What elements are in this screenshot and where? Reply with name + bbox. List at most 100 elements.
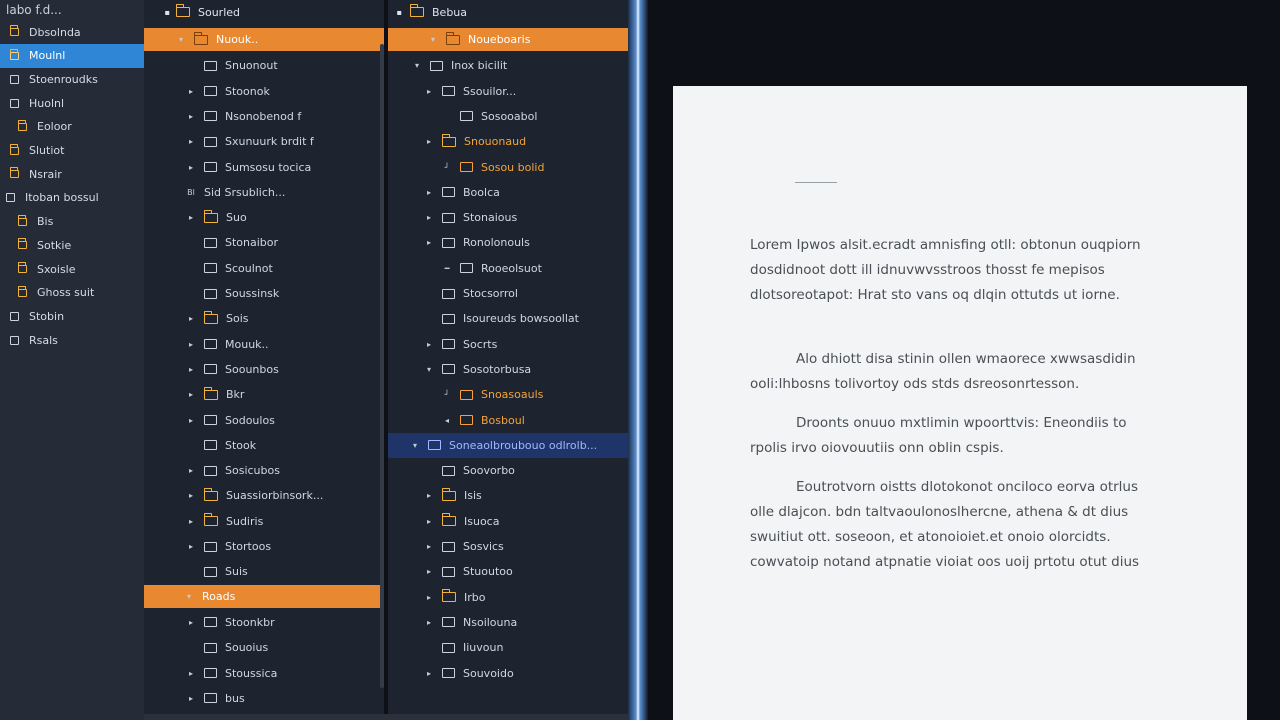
tree-row-nsonobenod-f[interactable]: ▸ Nsonobenod f [144, 104, 384, 129]
tree-row-sosvics[interactable]: ▸ Sosvics [388, 534, 628, 559]
sidebar-item-eoloor[interactable]: Eoloor [0, 115, 144, 139]
expand-arrow-icon[interactable]: ▸ [424, 340, 434, 349]
expand-arrow-icon[interactable]: ▸ [186, 466, 196, 475]
tree-row-snouonaud[interactable]: ▸ Snouonaud [388, 129, 628, 154]
tree-row-roads[interactable]: ▾ Roads [144, 584, 384, 608]
tree-row-irbo[interactable]: ▸ Irbo [388, 585, 628, 610]
expand-arrow-icon[interactable]: ▸ [186, 213, 196, 222]
sidebar-item-itoban-bossul[interactable]: Itoban bossul [0, 186, 144, 210]
sidebar-item-bis[interactable]: Bis [0, 210, 144, 234]
sidebar-item-sotkie[interactable]: Sotkie [0, 233, 144, 257]
tree-row-sumsosu-tocica[interactable]: ▸ Sumsosu tocica [144, 155, 384, 180]
expand-arrow-icon[interactable]: ▸ [186, 416, 196, 425]
expand-arrow-icon[interactable]: ▸ [186, 112, 196, 121]
tree-row-bkr[interactable]: ▸ Bkr [144, 382, 384, 407]
sidebar-item-slutiot[interactable]: Slutiot [0, 139, 144, 163]
tree-row-ronolonouls[interactable]: ▸ Ronolonouls [388, 230, 628, 255]
expand-arrow-icon[interactable]: ▸ [186, 314, 196, 323]
panel-header-left[interactable]: ▪ Sourled [144, 0, 384, 24]
tree-row-snuonout[interactable]: Snuonout [144, 53, 384, 78]
expand-arrow-icon[interactable]: ▸ [186, 87, 196, 96]
expand-arrow-icon[interactable]: ▸ [424, 542, 434, 551]
tree-row-soneaolbroubouo-odlrolb[interactable]: ▾ Soneaolbroubouo odlrolb... [388, 432, 628, 458]
expand-arrow-icon[interactable]: ◂ [442, 416, 452, 425]
tree-row-stonaibor[interactable]: Stonaibor [144, 230, 384, 255]
tree-row-sosou-bolid[interactable]: ┘ Sosou bolid [388, 155, 628, 180]
tree-row-sudiris[interactable]: ▸ Sudiris [144, 509, 384, 534]
tree-row-suassiorbinsork[interactable]: ▸ Suassiorbinsork... [144, 483, 384, 508]
expand-arrow-icon[interactable]: ▸ [424, 213, 434, 222]
tree-row-sxunuurk-brdit-f[interactable]: ▸ Sxunuurk brdit f [144, 129, 384, 154]
expand-arrow-icon[interactable]: ▸ [186, 390, 196, 399]
tree-row-sid-srsublich[interactable]: Bl Sid Srsublich... [144, 180, 384, 205]
expand-arrow-icon[interactable]: ▸ [424, 517, 434, 526]
tree-row-iiuvoun[interactable]: Iiuvoun [388, 635, 628, 660]
tree-row-nuouk[interactable]: ▾ Nuouk.. [144, 28, 384, 51]
tree-row-stocsorrol[interactable]: Stocsorrol [388, 281, 628, 306]
expand-arrow-icon[interactable]: ▸ [424, 618, 434, 627]
tree-row-socrts[interactable]: ▸ Socrts [388, 332, 628, 357]
tree-row-suis[interactable]: Suis [144, 559, 384, 584]
expand-arrow-icon[interactable]: ▸ [424, 188, 434, 197]
expand-arrow-icon[interactable]: ▸ [186, 618, 196, 627]
tree-row-sosooabol[interactable]: Sosooabol [388, 104, 628, 129]
tree-row-stook[interactable]: Stook [144, 433, 384, 458]
tree-row-rooeolsuot[interactable]: ━ Rooeolsuot [388, 256, 628, 281]
expand-arrow-icon[interactable]: ▾ [176, 35, 186, 44]
expand-arrow-icon[interactable]: ▸ [186, 137, 196, 146]
tree-row-sosotorbusa[interactable]: ▾ Sosotorbusa [388, 357, 628, 382]
expand-arrow-icon[interactable]: ▸ [186, 694, 196, 703]
expand-arrow-icon[interactable]: ▸ [186, 340, 196, 349]
expand-arrow-icon[interactable]: Bl [186, 188, 196, 197]
tree-row-souvoido[interactable]: ▸ Souvoido [388, 661, 628, 686]
sidebar-item-huolnl[interactable]: Huolnl [0, 91, 144, 115]
tree-row-stoussica[interactable]: ▸ Stoussica [144, 661, 384, 686]
tree-row-isoureuds-bowsoollat[interactable]: Isoureuds bowsoollat [388, 306, 628, 331]
tree-row-stoonkbr[interactable]: ▸ Stoonkbr [144, 610, 384, 635]
sidebar-item-moulnl[interactable]: Moulnl [0, 43, 144, 68]
tree-row-mouuk[interactable]: ▸ Mouuk.. [144, 332, 384, 357]
expand-arrow-icon[interactable]: ┘ [442, 390, 452, 399]
tree-row-scoulnot[interactable]: Scoulnot [144, 256, 384, 281]
collapse-arrow-icon[interactable]: ▪ [388, 8, 402, 17]
expand-arrow-icon[interactable]: ▸ [424, 593, 434, 602]
tree-row-stoonok[interactable]: ▸ Stoonok [144, 79, 384, 104]
tree-row-soounbos[interactable]: ▸ Soounbos [144, 357, 384, 382]
tree-row-bosboul[interactable]: ◂ Bosboul [388, 408, 628, 433]
expand-arrow-icon[interactable]: ▾ [424, 365, 434, 374]
expand-arrow-icon[interactable]: ▸ [186, 491, 196, 500]
tree-row-nsoilouna[interactable]: ▸ Nsoilouna [388, 610, 628, 635]
expand-arrow-icon[interactable]: ▾ [410, 441, 420, 450]
tree-row-stortoos[interactable]: ▸ Stortoos [144, 534, 384, 559]
tree-row-isis[interactable]: ▸ Isis [388, 483, 628, 508]
expand-arrow-icon[interactable]: ▸ [186, 517, 196, 526]
tree-row-inox-bicilit[interactable]: ▾ Inox bicilit [388, 53, 628, 78]
tree-row-soovorbo[interactable]: Soovorbo [388, 458, 628, 483]
sidebar-item-sxoisle[interactable]: Sxoisle [0, 257, 144, 281]
tree-row-stuoutoo[interactable]: ▸ Stuoutoo [388, 559, 628, 584]
expand-arrow-icon[interactable]: ▸ [186, 669, 196, 678]
expand-arrow-icon[interactable]: ▾ [184, 592, 194, 601]
tree-row-isuoca[interactable]: ▸ Isuoca [388, 509, 628, 534]
sidebar-item-dbsolnda[interactable]: Dbsolnda [0, 20, 144, 44]
collapse-arrow-icon[interactable]: ▪ [144, 8, 170, 17]
sidebar-item-nsrair[interactable]: Nsrair [0, 162, 144, 186]
expand-arrow-icon[interactable]: ▸ [424, 567, 434, 576]
expand-arrow-icon[interactable]: ▸ [186, 163, 196, 172]
tree-row-suo[interactable]: ▸ Suo [144, 205, 384, 230]
tree-row-ssouilor[interactable]: ▸ Ssouilor... [388, 79, 628, 104]
tree-row-sosicubos[interactable]: ▸ Sosicubos [144, 458, 384, 483]
expand-arrow-icon[interactable]: ▸ [186, 542, 196, 551]
panel-divider[interactable] [628, 0, 648, 720]
tree-scrollbar[interactable] [380, 44, 384, 688]
expand-arrow-icon[interactable]: ▸ [424, 491, 434, 500]
sidebar-item-rsals[interactable]: Rsals [0, 328, 144, 352]
tree-row-boolca[interactable]: ▸ Boolca [388, 180, 628, 205]
tree-row-noueboaris[interactable]: ▾ Noueboaris [388, 28, 628, 51]
tree-row-snoasoauls[interactable]: ┘ Snoasoauls [388, 382, 628, 407]
tree-row-soussinsk[interactable]: Soussinsk [144, 281, 384, 306]
tree-row-souoius[interactable]: Souoius [144, 635, 384, 660]
panel-header-right[interactable]: ▪ Bebua [388, 0, 628, 24]
sidebar-item-stobin[interactable]: Stobin [0, 304, 144, 328]
expand-arrow-icon[interactable]: ┘ [442, 163, 452, 172]
